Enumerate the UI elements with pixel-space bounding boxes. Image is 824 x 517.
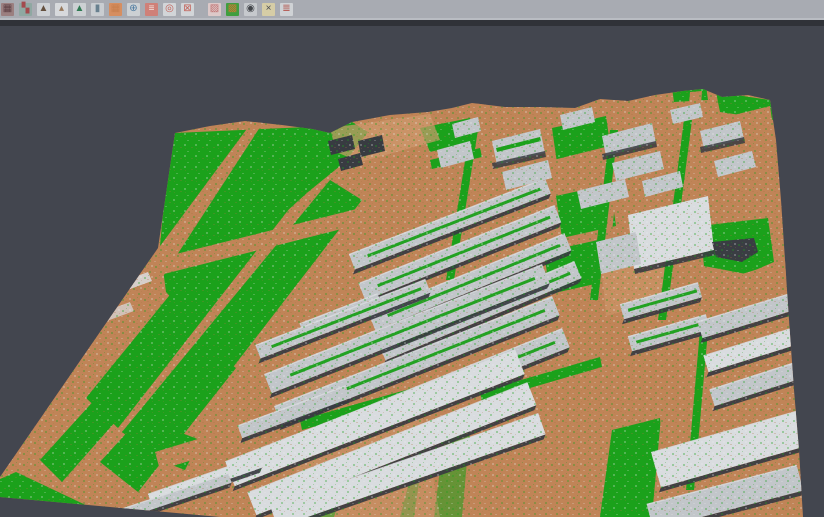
- quad-color-icon[interactable]: ▚: [19, 3, 32, 16]
- flag-red-icon[interactable]: ≣: [280, 3, 293, 16]
- camera-dark-icon[interactable]: ◉: [244, 3, 257, 16]
- column-blue-icon[interactable]: ▮: [91, 3, 104, 16]
- hill-green-icon[interactable]: ▲: [73, 3, 86, 16]
- application-window: ▦ ▚ ▲ ▴ ▲ ▮ ▦ ⊕ ≡ ◎ ⊠ ▨ ▩ ◉ × ≣: [0, 0, 824, 517]
- crop-red-icon[interactable]: ⊠: [181, 3, 194, 16]
- globe-blue-icon[interactable]: ⊕: [127, 3, 140, 16]
- viewport-top-border: [0, 20, 824, 26]
- classified-map-icon[interactable]: ▩: [226, 3, 239, 16]
- orange-tile-icon[interactable]: ▦: [109, 3, 122, 16]
- layers-red-icon[interactable]: ≡: [145, 3, 158, 16]
- viewport-3d[interactable]: [0, 0, 824, 517]
- stamp-dark-red-icon[interactable]: ▦: [1, 3, 14, 16]
- ring-red-icon[interactable]: ◎: [163, 3, 176, 16]
- toolbar-area: ▦ ▚ ▲ ▴ ▲ ▮ ▦ ⊕ ≡ ◎ ⊠ ▨ ▩ ◉ × ≣: [0, 0, 824, 26]
- hill-dark-icon[interactable]: ▲: [37, 3, 50, 16]
- toolbar: ▦ ▚ ▲ ▴ ▲ ▮ ▦ ⊕ ≡ ◎ ⊠ ▨ ▩ ◉ × ≣: [0, 0, 824, 18]
- hill-light-icon[interactable]: ▴: [55, 3, 68, 16]
- measure-tan-icon[interactable]: ×: [262, 3, 275, 16]
- checker-red-icon[interactable]: ▨: [208, 3, 221, 16]
